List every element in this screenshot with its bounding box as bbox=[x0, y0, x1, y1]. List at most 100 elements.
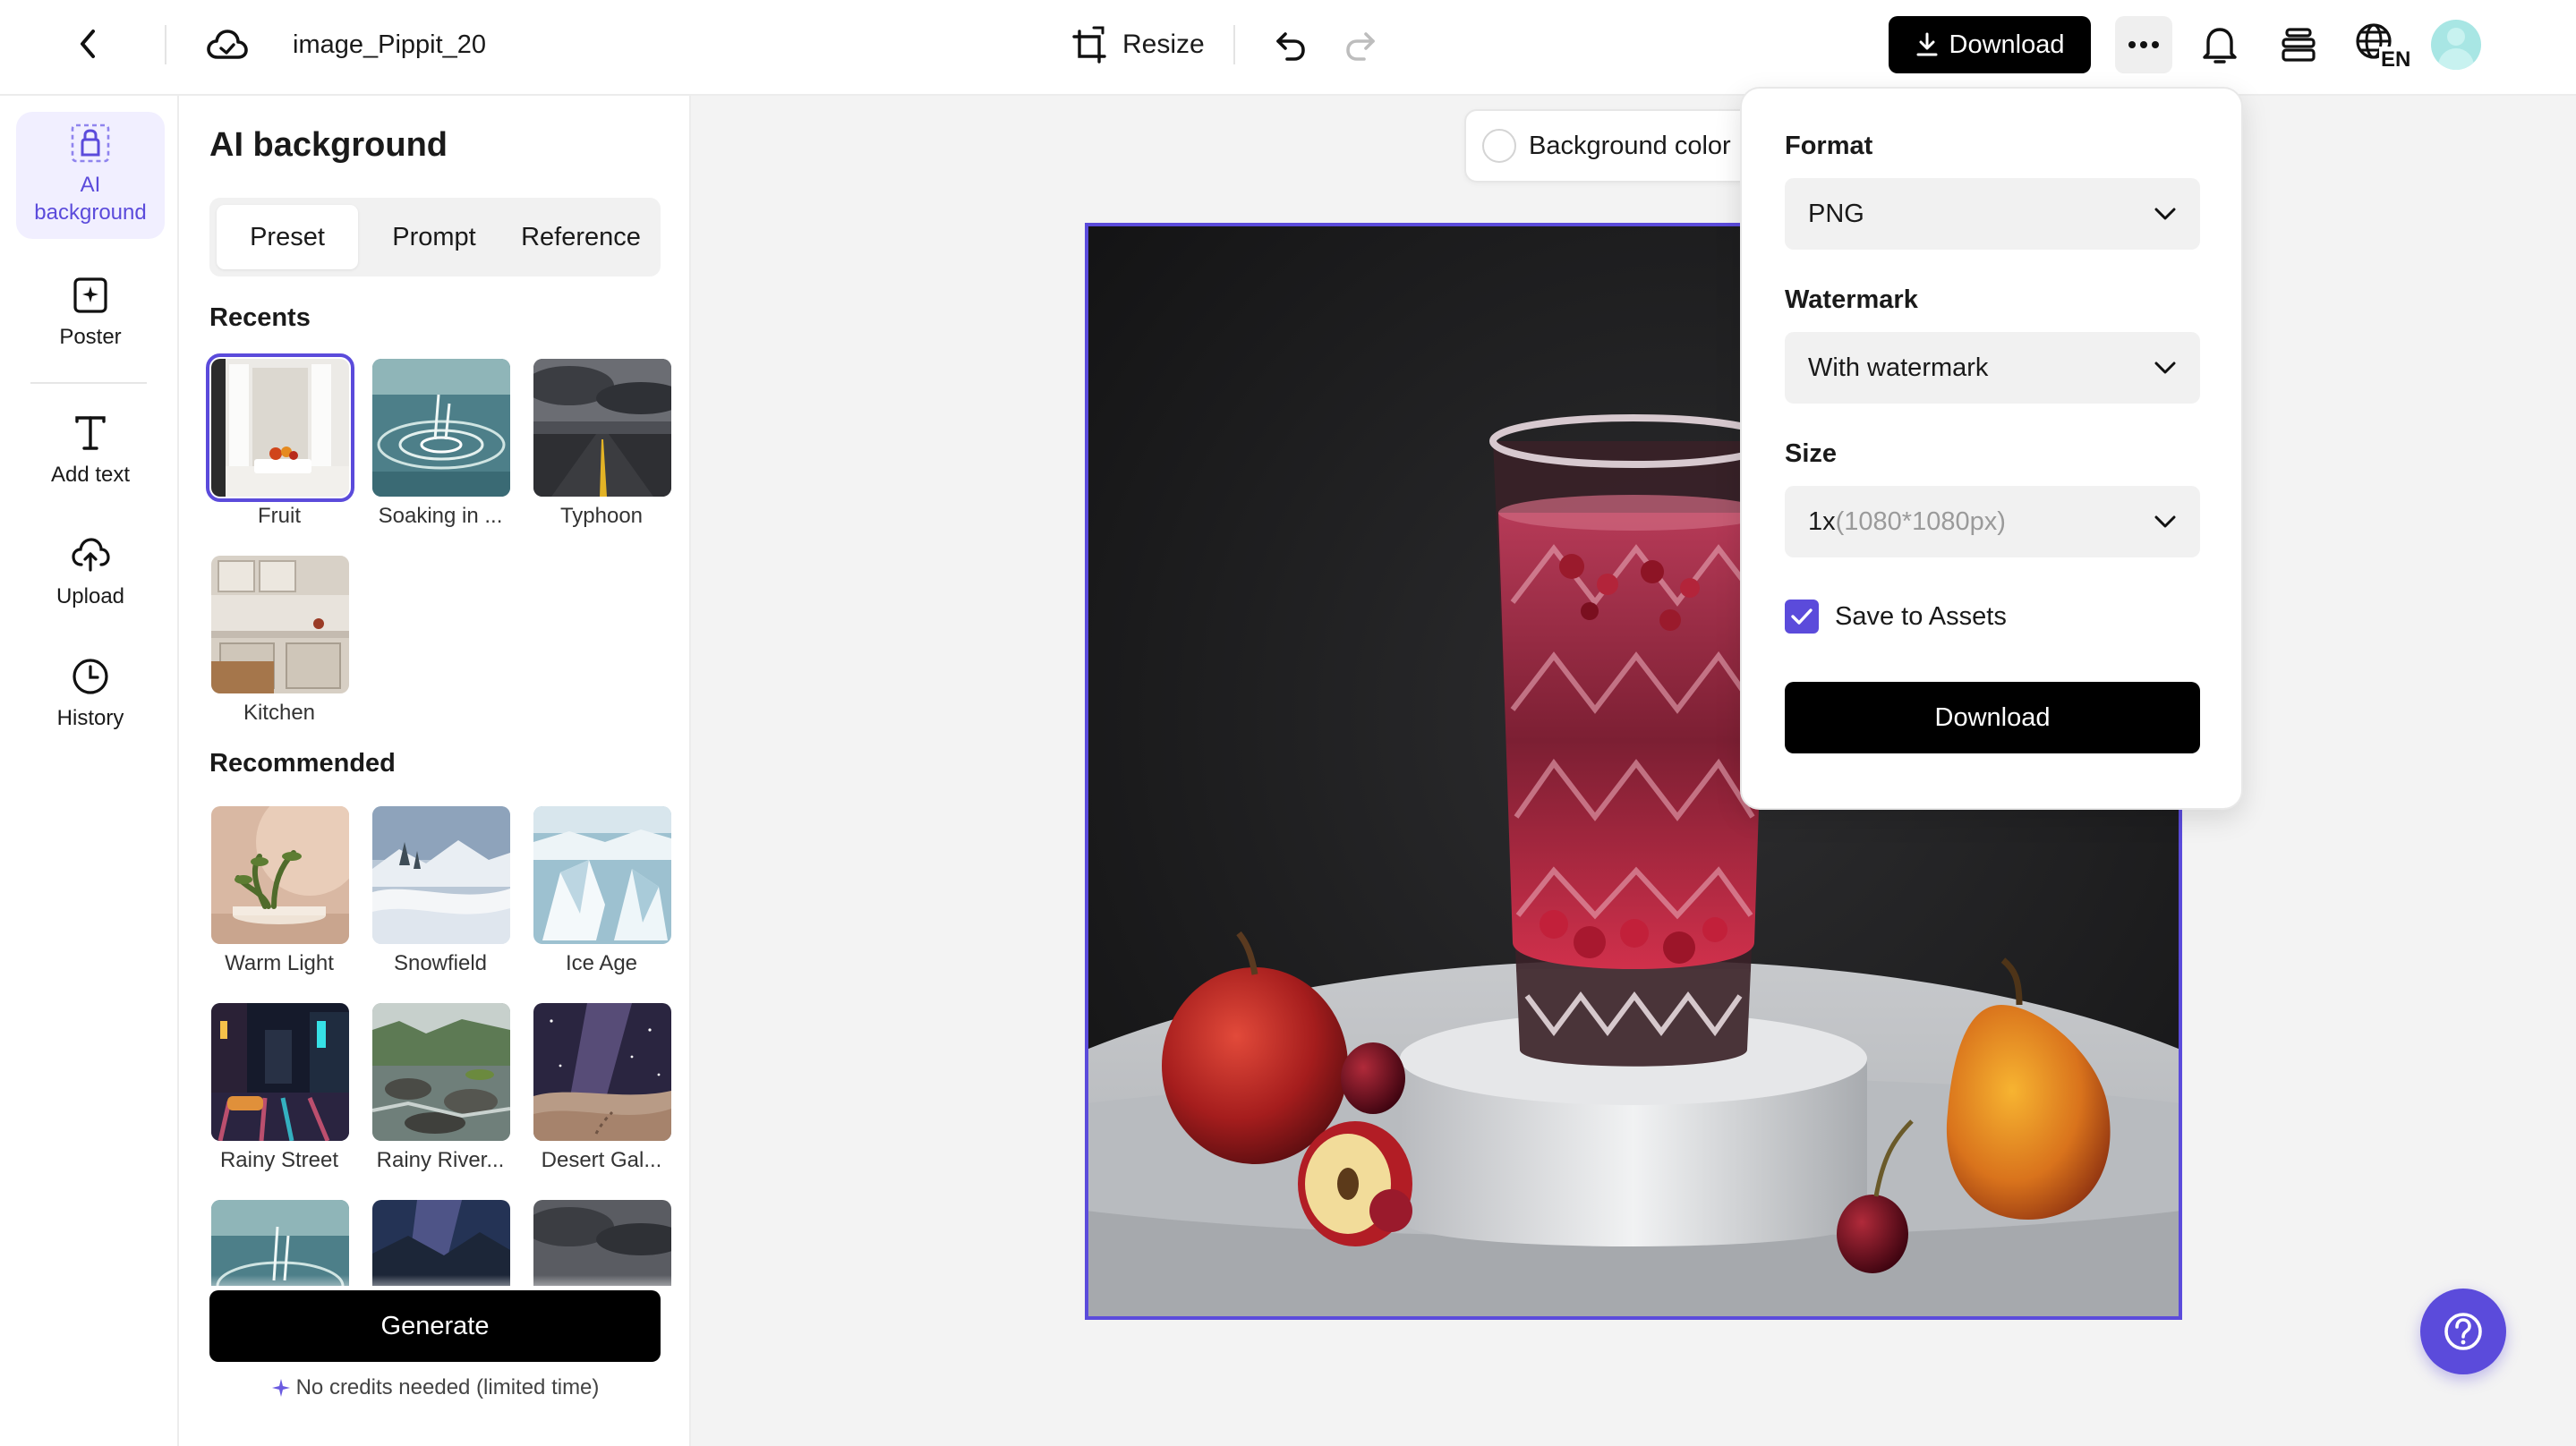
confirm-download-button[interactable]: Download bbox=[1785, 682, 2200, 753]
rail-label: Upload bbox=[55, 584, 125, 608]
preset-label: Desert Gal... bbox=[541, 1148, 662, 1172]
help-button[interactable] bbox=[2420, 1289, 2506, 1374]
preset-label: Kitchen bbox=[243, 701, 316, 725]
dot bbox=[2152, 41, 2159, 48]
download-icon bbox=[1916, 32, 1937, 56]
rail-item-upload[interactable]: Upload bbox=[16, 534, 165, 610]
recommended-heading: Recommended bbox=[209, 749, 396, 778]
tab-prompt[interactable]: Prompt bbox=[363, 205, 505, 269]
avatar-head bbox=[2447, 28, 2465, 46]
more-options-button[interactable] bbox=[2115, 16, 2172, 73]
format-value: PNG bbox=[1808, 199, 1864, 228]
warm-light-thumbnail bbox=[211, 806, 349, 944]
background-color-button[interactable]: Background color bbox=[1464, 109, 1760, 183]
preset-thumb-fruit[interactable] bbox=[206, 353, 354, 502]
background-color-label: Background color bbox=[1529, 131, 1731, 160]
resize-icon bbox=[1072, 26, 1106, 64]
rail-item-poster[interactable]: Poster bbox=[16, 275, 165, 351]
preset-thumb-rainy-street[interactable] bbox=[211, 1003, 349, 1141]
preset-label: Soaking in ... bbox=[378, 504, 503, 528]
stack-icon bbox=[2282, 28, 2316, 62]
resize-button[interactable]: Resize bbox=[1072, 21, 1205, 68]
undo-icon bbox=[1276, 32, 1305, 61]
road-storm-thumbnail bbox=[533, 359, 671, 497]
text-icon bbox=[75, 416, 106, 450]
preset-thumb-desert-galaxy[interactable] bbox=[533, 1003, 671, 1141]
file-name[interactable]: image_Pippit_20 bbox=[293, 27, 486, 63]
language-button[interactable]: EN bbox=[2354, 20, 2411, 70]
cloud-sync-button[interactable] bbox=[204, 23, 251, 66]
dot bbox=[2128, 41, 2136, 48]
ice-age-thumbnail bbox=[533, 806, 671, 944]
water-splash-thumbnail bbox=[372, 359, 510, 497]
preset-label: Ice Age bbox=[565, 951, 638, 975]
preset-label: Snowfield bbox=[393, 951, 488, 975]
desert-galaxy-thumbnail bbox=[533, 1003, 671, 1141]
kitchen-thumbnail bbox=[211, 556, 349, 693]
rail-item-ai-background[interactable]: AI background bbox=[16, 112, 165, 239]
save-to-assets-label: Save to Assets bbox=[1835, 601, 2007, 631]
avatar[interactable] bbox=[2431, 20, 2481, 70]
redo-button[interactable] bbox=[1339, 23, 1382, 66]
tab-preset[interactable]: Preset bbox=[217, 205, 358, 269]
rail-label: Poster bbox=[59, 325, 122, 349]
layers-button[interactable] bbox=[2277, 23, 2320, 66]
preset-label: Typhoon bbox=[559, 504, 644, 528]
undo-button[interactable] bbox=[1269, 23, 1312, 66]
rail-item-add-text[interactable]: Add text bbox=[16, 413, 165, 489]
preset-thumb-typhoon[interactable] bbox=[533, 359, 671, 497]
preset-label: Rainy Street bbox=[219, 1148, 339, 1172]
rainy-river-thumbnail bbox=[372, 1003, 510, 1141]
rail-label: History bbox=[56, 706, 124, 730]
avatar-body bbox=[2438, 48, 2474, 70]
panel-title: AI background bbox=[209, 126, 448, 164]
preset-thumb-kitchen[interactable] bbox=[211, 556, 349, 693]
generate-button[interactable]: Generate bbox=[209, 1290, 661, 1362]
top-bar: image_Pippit_20 Resize Download EN bbox=[0, 0, 2576, 96]
color-swatch bbox=[1482, 129, 1516, 163]
cloud-icon bbox=[207, 30, 248, 59]
language-code: EN bbox=[2381, 47, 2410, 70]
credits-note: No credits needed (limited time) bbox=[209, 1375, 661, 1400]
preset-thumb-ice-age[interactable] bbox=[533, 806, 671, 944]
format-select[interactable]: PNG bbox=[1785, 178, 2200, 250]
fruit-thumbnail bbox=[211, 359, 349, 497]
watermark-label: Watermark bbox=[1785, 285, 1918, 314]
divider bbox=[165, 25, 166, 64]
question-mark-icon bbox=[2444, 1313, 2482, 1350]
resize-label: Resize bbox=[1122, 30, 1205, 59]
preset-thumb-rainy-river[interactable] bbox=[372, 1003, 510, 1141]
download-button[interactable]: Download bbox=[1889, 16, 2091, 73]
watermark-value: With watermark bbox=[1808, 353, 1989, 382]
preset-label: Warm Light bbox=[225, 951, 334, 975]
rail-item-history[interactable]: History bbox=[16, 656, 165, 732]
tool-rail: AI background Poster Add text Upload His… bbox=[0, 96, 179, 1446]
notifications-button[interactable] bbox=[2197, 21, 2242, 68]
size-select[interactable]: 1x(1080*1080px) bbox=[1785, 486, 2200, 557]
preset-thumb-snowfield[interactable] bbox=[372, 806, 510, 944]
preset-thumb-warm-light[interactable] bbox=[211, 806, 349, 944]
preset-label: Fruit bbox=[258, 504, 301, 528]
chevron-down-icon bbox=[2154, 362, 2176, 374]
size-label: Size bbox=[1785, 439, 1838, 468]
redo-icon bbox=[1346, 32, 1375, 61]
save-to-assets-checkbox[interactable] bbox=[1785, 600, 1819, 634]
save-to-assets-row: Save to Assets bbox=[1785, 600, 2007, 634]
rail-label: AI background bbox=[34, 173, 147, 225]
size-dimensions: (1080*1080px) bbox=[1835, 506, 2006, 536]
chevron-down-icon bbox=[2154, 515, 2176, 528]
credits-text: No credits needed (limited time) bbox=[295, 1375, 600, 1399]
back-button[interactable] bbox=[68, 23, 109, 64]
chevron-down-icon bbox=[2154, 208, 2176, 220]
size-value: 1x(1080*1080px) bbox=[1808, 507, 2006, 537]
preset-thumb-soaking[interactable] bbox=[372, 359, 510, 497]
divider bbox=[1233, 25, 1235, 64]
globe-icon: EN bbox=[2356, 23, 2410, 70]
tab-reference[interactable]: Reference bbox=[508, 205, 653, 269]
format-label: Format bbox=[1785, 132, 1873, 160]
rail-label: Add text bbox=[50, 463, 131, 487]
cloud-upload-icon bbox=[72, 538, 110, 572]
preset-label: Rainy River... bbox=[376, 1148, 505, 1172]
poster-icon bbox=[73, 277, 107, 313]
watermark-select[interactable]: With watermark bbox=[1785, 332, 2200, 404]
